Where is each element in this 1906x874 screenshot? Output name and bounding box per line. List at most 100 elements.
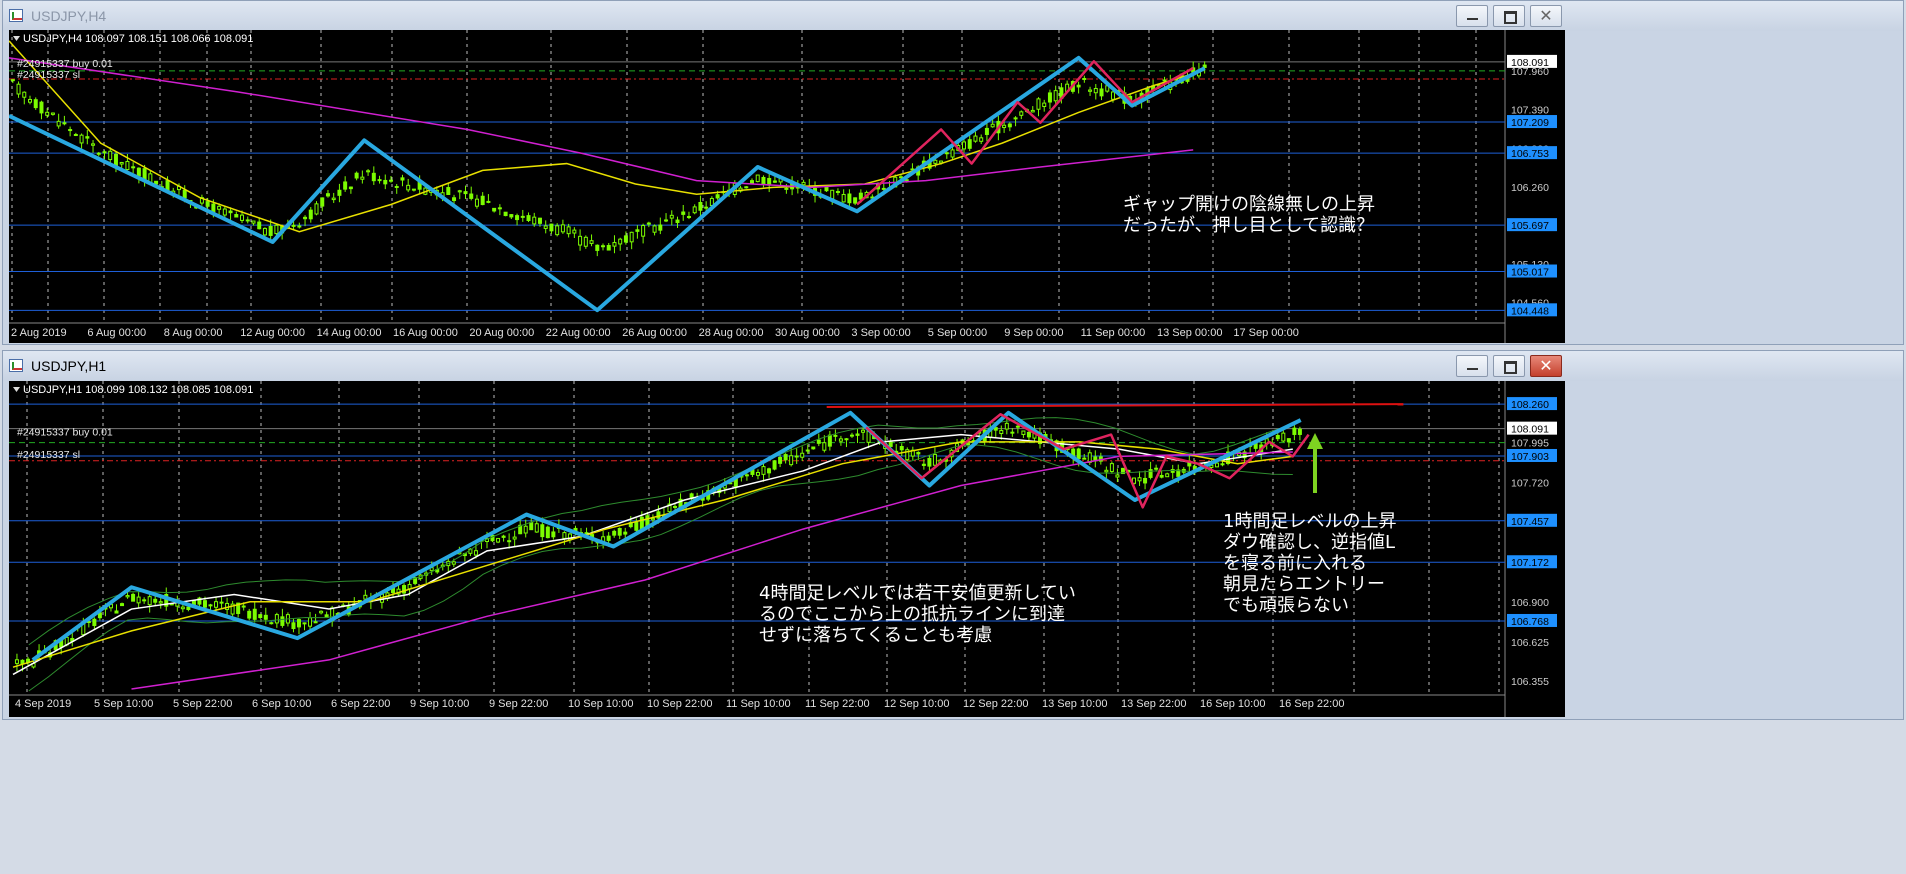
chart-plot-h4[interactable]: USDJPY,H4 108.097 108.151 108.066 108.09… <box>8 30 1565 343</box>
time-axis-label: 6 Aug 00:00 <box>87 327 146 339</box>
time-axis-label: 26 Aug 00:00 <box>622 327 687 339</box>
time-axis-label: 16 Aug 00:00 <box>393 327 458 339</box>
candle-body <box>772 180 777 183</box>
candle-body <box>979 137 984 142</box>
time-axis-label: 30 Aug 00:00 <box>775 327 840 339</box>
candle-body <box>1053 90 1058 102</box>
candle-body <box>526 215 531 221</box>
candle-body <box>932 453 937 466</box>
candle-body <box>274 224 279 235</box>
candle-body <box>1019 111 1024 116</box>
close-button[interactable]: ✕ <box>1530 5 1562 27</box>
candle-body <box>606 535 611 541</box>
price-axis-label: 106.625 <box>1511 637 1549 649</box>
candle-body <box>761 176 766 185</box>
candle-body <box>1036 98 1041 110</box>
candle-body <box>91 143 96 146</box>
candle-body <box>551 531 556 538</box>
level-price-label: 105.697 <box>1511 220 1549 232</box>
chart-plot-h1[interactable]: USDJPY,H1 108.099 108.132 108.085 108.09… <box>9 381 1565 717</box>
candle-body <box>262 227 267 236</box>
price-axis-label: 106.260 <box>1511 182 1549 194</box>
candle-body <box>578 235 583 246</box>
time-axis-label: 4 Sep 2019 <box>15 698 71 710</box>
window-titlebar[interactable]: USDJPY,H4 ✕ <box>3 1 1903 31</box>
candle-body <box>1013 117 1018 120</box>
time-axis-label: 17 Sep 00:00 <box>1233 327 1298 339</box>
candle-body <box>291 622 296 630</box>
candle-body <box>96 152 101 155</box>
candle-body <box>486 200 491 203</box>
candle-body <box>217 205 222 210</box>
close-button[interactable]: ✕ <box>1530 355 1562 377</box>
candle-body <box>1026 431 1031 438</box>
candle-body <box>675 219 680 224</box>
chart-svg-h4: USDJPY,H4 108.097 108.151 108.066 108.09… <box>8 30 1557 343</box>
candle-body <box>540 524 545 538</box>
candle-body <box>182 189 187 199</box>
candle-body <box>463 191 468 195</box>
candle-body <box>473 550 478 556</box>
candle-body <box>858 192 863 200</box>
candle-body <box>560 224 565 233</box>
candle-body <box>555 225 560 236</box>
candle-body <box>673 505 678 508</box>
candle-body <box>136 596 141 604</box>
candle-body <box>1015 425 1020 428</box>
candle-body <box>1214 462 1219 468</box>
candle-body <box>1088 89 1093 92</box>
candle-body <box>319 610 324 614</box>
candle-body <box>1137 477 1142 482</box>
candle-body <box>1143 477 1148 484</box>
candle-body <box>92 618 97 627</box>
candle-body <box>147 596 152 606</box>
candle-body <box>186 606 191 610</box>
annotation-note-right: でも頑張らない <box>1223 595 1349 616</box>
time-axis-label: 10 Sep 22:00 <box>647 698 712 710</box>
candle-body <box>240 214 245 221</box>
candle-body <box>833 434 838 437</box>
candle-body <box>251 220 256 224</box>
candle-body <box>966 443 971 446</box>
annotation-note-right: 1時間足レベルの上昇 <box>1223 511 1396 532</box>
chart-svg-h1: USDJPY,H1 108.099 108.132 108.085 108.09… <box>9 381 1557 717</box>
candle-body <box>549 223 554 232</box>
minimize-button[interactable] <box>1456 5 1488 27</box>
candle-body <box>641 225 646 237</box>
candle-body <box>131 593 136 602</box>
time-axis-label: 16 Sep 10:00 <box>1200 698 1265 710</box>
candle-body <box>371 172 376 182</box>
candle-body <box>241 605 246 608</box>
maximize-button[interactable] <box>1493 355 1525 377</box>
candle-body <box>325 193 330 197</box>
candle-body <box>205 201 210 207</box>
candle-body <box>108 150 113 161</box>
time-axis-label: 11 Sep 10:00 <box>726 698 791 710</box>
candle-body <box>1286 438 1291 443</box>
candle-body <box>1275 435 1280 440</box>
candle-body <box>296 619 301 628</box>
candle-body <box>827 434 832 447</box>
swing-zigzag-line <box>31 410 1302 662</box>
candle-body <box>767 468 772 474</box>
maximize-button[interactable] <box>1493 5 1525 27</box>
candle-body <box>125 160 130 171</box>
candle-body <box>967 139 972 149</box>
candle-body <box>50 112 55 115</box>
candle-body <box>451 561 456 565</box>
minimize-button[interactable] <box>1456 355 1488 377</box>
window-titlebar[interactable]: USDJPY,H1 ✕ <box>3 351 1903 381</box>
candle-body <box>480 195 485 206</box>
candle-body <box>45 111 50 116</box>
sl-order-label: #24915337 sl <box>17 69 80 81</box>
candle-body <box>214 601 219 608</box>
collapse-triangle-icon <box>13 387 20 392</box>
candle-body <box>302 622 307 625</box>
chart-window-h1: USDJPY,H1 ✕ USDJPY,H1 108.099 108.132 10… <box>2 350 1904 720</box>
candle-body <box>247 610 252 619</box>
candle-body <box>698 201 703 211</box>
time-axis-label: 12 Sep 22:00 <box>963 698 1028 710</box>
candle-body <box>838 438 843 442</box>
candle-body <box>274 614 279 624</box>
candle-body <box>507 540 512 543</box>
